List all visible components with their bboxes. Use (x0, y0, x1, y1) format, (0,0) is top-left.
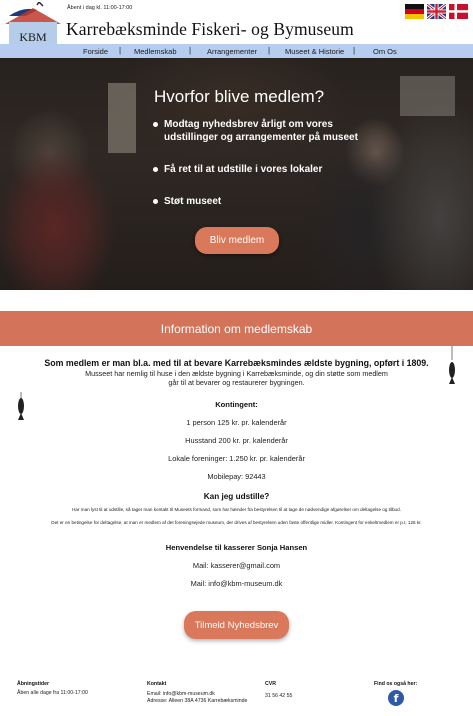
site-header: KBM Åbent i dag kl. 11:00-17:00 Karrebæk… (0, 0, 473, 44)
hero-benefit-text: Støt museet (164, 196, 222, 207)
uk-flag-icon[interactable] (427, 4, 446, 19)
kontingent-heading: Kontingent: (215, 400, 258, 409)
hero-benefit-item: Få ret til at udstille i vores lokaler (153, 163, 368, 176)
nav-item-medlemskab[interactable]: Medlemskab (134, 47, 177, 56)
nav-item-forside[interactable]: Forside (83, 47, 108, 56)
kontingent-item: Husstand 200 kr. pr. kalenderår (185, 436, 288, 445)
become-member-button[interactable]: Bliv medlem (195, 227, 279, 254)
language-switcher (405, 4, 468, 19)
contact-heading: Henvendelse til kasserer Sonja Hansen (165, 543, 308, 552)
exhibit-text: Det er en betingelse for deltagelse, at … (51, 520, 422, 525)
newsletter-signup-button[interactable]: Tilmeld Nyhedsbrev (184, 611, 289, 639)
opening-hours-today: Åbent i dag kl. 11:00-17:00 (67, 5, 133, 11)
bullet-icon (153, 122, 158, 127)
nav-separator: | (353, 46, 356, 55)
kontingent-item: 1 person 125 kr. pr. kalenderår (186, 418, 287, 427)
main-nav: Forside | Medlemskab | Arrangementer | M… (0, 44, 473, 58)
danish-flag-icon[interactable] (449, 4, 468, 19)
nav-separator: | (268, 46, 271, 55)
membership-info-banner: Information om medlemskab (0, 311, 473, 346)
german-flag-icon[interactable] (405, 4, 424, 19)
nav-item-om-os[interactable]: Om Os (373, 47, 397, 56)
footer-hours-text: Åben alle dage fra 11:00-17:00 (17, 690, 88, 696)
hero-section: Hvorfor blive medlem? Modtag nyhedsbrev … (0, 58, 473, 290)
nav-separator: | (119, 46, 122, 55)
hero-benefit-text: Modtag nyhedsbrev årligt om vores udstil… (164, 119, 358, 143)
exhibit-text: Har man lyst til at udstille, så tager m… (72, 507, 401, 512)
hero-benefit-item: Modtag nyhedsbrev årligt om vores udstil… (153, 118, 368, 144)
membership-lead: Som medlem er man bl.a. med til at bevar… (44, 358, 429, 368)
footer-cvr-number: 31 56 42 55 (265, 693, 293, 699)
footer-social-heading: Find os også her: (374, 681, 418, 687)
nav-item-museet-historie[interactable]: Museet & Historie (285, 47, 344, 56)
footer-hours-heading: Åbningstider (17, 681, 49, 687)
hero-title: Hvorfor blive medlem? (154, 87, 325, 106)
contact-email-info[interactable]: Mail: info@kbm-museum.dk (0, 579, 473, 588)
exhibit-heading: Kan jeg udstille? (203, 492, 270, 501)
membership-paragraph-line: Musseet har nemlig til huse i den ældste… (85, 369, 388, 378)
logo-text: KBM (19, 30, 47, 44)
bullet-icon (153, 167, 158, 172)
site-title[interactable]: Karrebæksminde Fiskeri- og Bymuseum (66, 19, 354, 40)
nav-separator: | (189, 46, 192, 55)
footer-contact-address: Adresse: Alleen 38A 4736 Karrebæksminde (147, 698, 248, 704)
footer-contact-heading: Kontakt (147, 681, 167, 687)
facebook-icon[interactable]: f (388, 690, 404, 706)
nav-item-arrangementer[interactable]: Arrangementer (207, 47, 257, 56)
membership-paragraph-line: går til at bevarer og restaurerer bygnin… (168, 378, 305, 387)
footer-cvr-heading: CVR (265, 681, 276, 687)
mobilepay-number: Mobilepay: 92443 (207, 472, 266, 481)
kbm-logo[interactable]: KBM (3, 2, 63, 44)
hero-benefit-text: Få ret til at udstille i vores lokaler (164, 164, 323, 175)
hero-benefit-item: Støt museet (153, 195, 368, 208)
contact-email-kasserer[interactable]: Mail: kasserer@gmail.com (0, 561, 473, 570)
bullet-icon (153, 199, 158, 204)
kontingent-item: Lokale foreninger: 1.250 kr. pr. kalende… (168, 454, 305, 463)
